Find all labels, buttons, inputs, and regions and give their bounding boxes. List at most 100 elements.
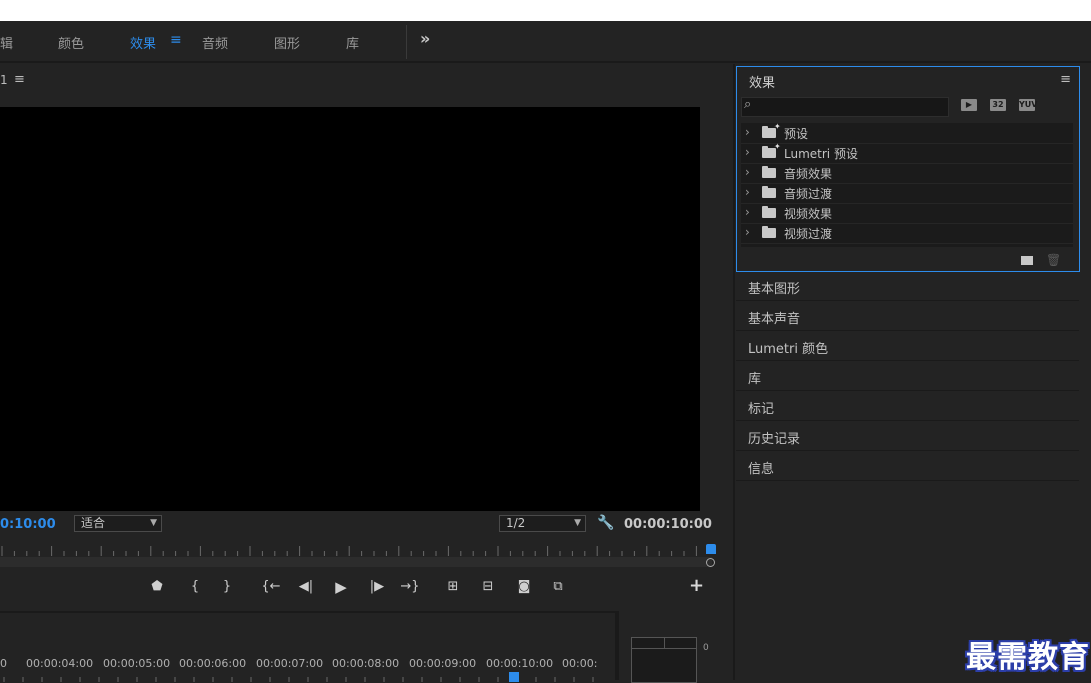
comparison-view-icon[interactable]: ⧉ [547, 576, 569, 598]
time-label: 00:00:06:00 [179, 657, 247, 670]
fit-select[interactable]: 适合 ▼ [74, 515, 162, 532]
folder-icon [762, 206, 776, 218]
playhead-icon[interactable] [706, 544, 716, 554]
star-icon: ✦ [774, 122, 781, 131]
panel-markers[interactable]: 标记 [736, 391, 1079, 421]
go-to-out-icon[interactable]: →} [399, 576, 421, 598]
list-item-label: 视频效果 [784, 207, 833, 221]
tab-graphics[interactable]: 图形 [274, 33, 300, 52]
camera-icon[interactable]: ◙ [513, 576, 535, 598]
effects-tree: › ✦ 预设 › ✦ Lumetri 预设 › 音频效果 › 音频过渡 › 视频… [741, 122, 1073, 247]
panel-label: 基本图形 [748, 282, 801, 297]
32bit-effects-icon[interactable]: 32 [990, 99, 1006, 111]
panel-menu-icon[interactable]: ≡ [14, 72, 25, 87]
search-icon: ⌕ [744, 97, 752, 112]
tab-audio[interactable]: 音频 [202, 33, 228, 52]
list-item[interactable]: › 视频效果 [741, 203, 1073, 224]
chevron-right-icon[interactable]: › [745, 125, 750, 139]
list-item-label: Lumetri 预设 [784, 147, 858, 161]
new-bin-icon[interactable] [1021, 256, 1033, 265]
panel-essential-sound[interactable]: 基本声音 [736, 301, 1079, 331]
zoom-handle-icon[interactable] [706, 558, 715, 567]
mark-out-icon[interactable]: } [216, 576, 238, 598]
time-label: 00:00:09:00 [409, 657, 477, 670]
time-label: 00:00:04:00 [26, 657, 94, 670]
folder-icon [762, 166, 776, 178]
fit-select-value: 适合 [81, 516, 106, 530]
panel-history[interactable]: 历史记录 [736, 421, 1079, 451]
workspace-bar: 辑 颜色 效果 ≡ 音频 图形 库 » [0, 21, 1091, 63]
list-item[interactable]: › 视频过渡 [741, 223, 1073, 244]
list-item[interactable]: › 音频过渡 [741, 183, 1073, 204]
time-label: 00:00: [562, 657, 598, 670]
resolution-select-value: 1/2 [506, 516, 526, 530]
timeline-playhead-icon[interactable] [509, 672, 519, 682]
wrench-icon[interactable]: 🔧 [597, 515, 614, 531]
list-item-label: 音频过渡 [784, 187, 833, 201]
video-preview[interactable] [0, 107, 700, 511]
chevron-right-icon[interactable]: › [745, 145, 750, 159]
chevron-down-icon: ▼ [574, 518, 581, 528]
marker-icon[interactable]: ⬟ [146, 576, 168, 598]
time-label: 00:00:08:00 [332, 657, 400, 670]
timeline-panel: 0 00:00:04:00 00:00:05:00 00:00:06:00 00… [0, 611, 615, 682]
zoom-scroll-track[interactable] [0, 557, 712, 567]
list-item[interactable]: › ✦ 预设 [741, 122, 1073, 144]
panel-label: Lumetri 颜色 [748, 342, 829, 357]
divider [406, 25, 407, 59]
tab-editing[interactable]: 辑 [0, 33, 13, 52]
panel-label: 历史记录 [748, 432, 801, 447]
time-label: 00:00:07:00 [256, 657, 324, 670]
step-forward-icon[interactable]: |▶ [366, 576, 388, 598]
current-timecode[interactable]: 0:10:00 [0, 517, 56, 532]
chevron-down-icon: ▼ [150, 518, 157, 528]
extract-icon[interactable]: ⊟ [477, 576, 499, 598]
timeline-ruler[interactable] [0, 675, 615, 682]
list-item[interactable]: › 音频效果 [741, 163, 1073, 184]
panel-libraries[interactable]: 库 [736, 361, 1079, 391]
lift-icon[interactable]: ⊞ [442, 576, 464, 598]
step-back-icon[interactable]: ◀| [295, 576, 317, 598]
workspace-menu-icon[interactable]: ≡ [170, 32, 182, 48]
trash-icon[interactable]: 🗑 [1046, 253, 1061, 267]
watermark-logo: 最需教育 [966, 640, 1090, 675]
time-label: 00:00:10:00 [486, 657, 554, 670]
play-icon[interactable]: ▶ [330, 576, 352, 598]
folder-icon [762, 226, 776, 238]
top-strip [0, 0, 1091, 21]
mark-in-icon[interactable]: { [184, 576, 206, 598]
yuv-effects-icon[interactable]: YUV [1019, 99, 1037, 111]
meter-scale-label: 0 [703, 643, 709, 653]
resolution-select[interactable]: 1/2 ▼ [499, 515, 586, 532]
go-to-in-icon[interactable]: {← [260, 576, 282, 598]
time-ruler[interactable] [0, 542, 712, 558]
tab-libraries[interactable]: 库 [346, 33, 359, 52]
chevron-right-icon[interactable]: › [745, 185, 750, 199]
time-label: 00:00:05:00 [103, 657, 171, 670]
panel-label: 标记 [748, 402, 775, 417]
panel-menu-icon[interactable]: ≡ [1060, 72, 1071, 87]
list-item-label: 音频效果 [784, 167, 833, 181]
panel-label: 基本声音 [748, 312, 801, 327]
add-button-icon[interactable]: + [689, 575, 704, 596]
audio-meter: 0 [619, 611, 731, 683]
chevron-double-right-icon[interactable]: » [420, 29, 430, 48]
search-input[interactable]: ⌕ [741, 97, 949, 117]
panel-lumetri-color[interactable]: Lumetri 颜色 [736, 331, 1079, 361]
meter-display [631, 637, 697, 683]
duration-timecode: 00:00:10:00 [624, 517, 712, 532]
chevron-right-icon[interactable]: › [745, 205, 750, 219]
panel-essential-graphics[interactable]: 基本图形 [736, 271, 1079, 301]
chevron-right-icon[interactable]: › [745, 165, 750, 179]
monitor-title: 1 [0, 73, 8, 87]
chevron-right-icon[interactable]: › [745, 225, 750, 239]
effects-panel: 效果 ≡ ⌕ ▶ 32 YUV › ✦ 预设 › ✦ Lumetri 预设 › [736, 66, 1080, 272]
effects-panel-title[interactable]: 效果 [749, 72, 775, 91]
panel-info[interactable]: 信息 [736, 451, 1079, 481]
list-item[interactable]: › ✦ Lumetri 预设 [741, 142, 1073, 164]
time-label: 0 [0, 657, 7, 670]
tab-effects[interactable]: 效果 [130, 33, 156, 52]
tab-color[interactable]: 颜色 [58, 33, 84, 52]
list-item-label: 视频过渡 [784, 227, 833, 241]
accelerated-effects-icon[interactable]: ▶ [961, 99, 977, 111]
